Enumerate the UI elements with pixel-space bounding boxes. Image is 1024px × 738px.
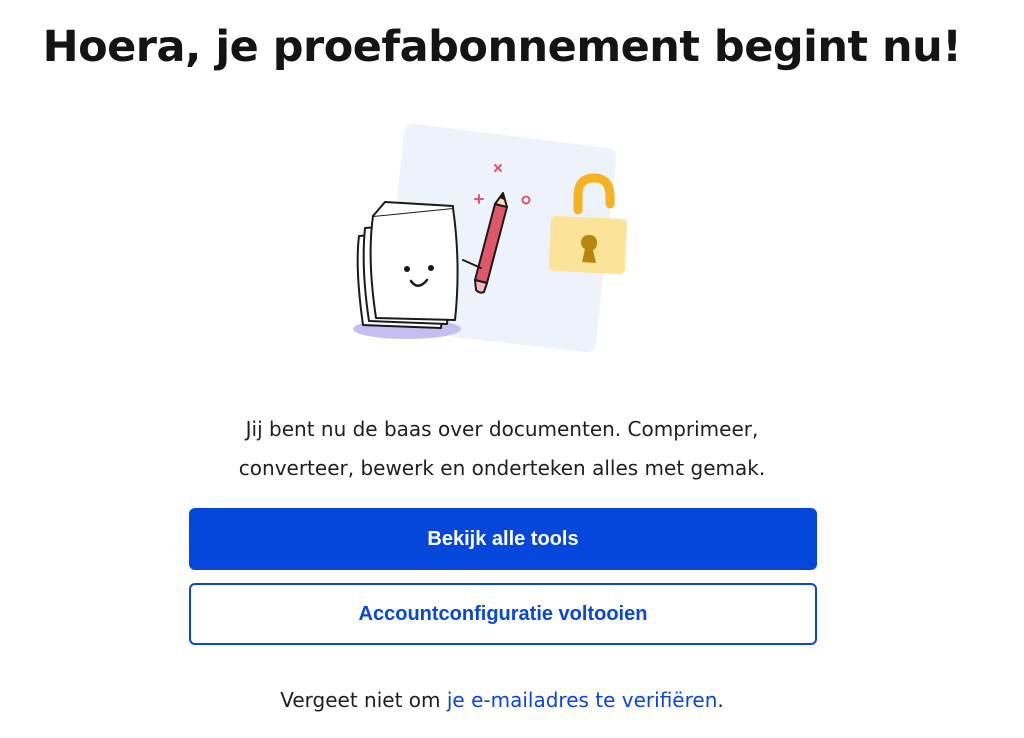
verify-email-link[interactable]: je e-mailadres te verifiëren xyxy=(447,688,718,712)
trial-description: Jij bent nu de baas over documenten. Com… xyxy=(238,417,766,480)
view-all-tools-button[interactable]: Bekijk alle tools xyxy=(189,508,817,570)
page-title: Hoera, je proefabonnement begint nu! xyxy=(42,22,962,72)
trial-illustration xyxy=(345,118,645,363)
verify-email-reminder: Vergeet niet om je e-mailadres te verifi… xyxy=(0,688,1004,712)
complete-account-setup-button[interactable]: Accountconfiguratie voltooien xyxy=(189,583,817,645)
document-character-icon xyxy=(356,201,459,329)
reminder-prefix: Vergeet niet om xyxy=(280,688,447,712)
trial-started-page: Hoera, je proefabonnement begint nu! Jij… xyxy=(0,0,1024,738)
reminder-suffix: . xyxy=(717,688,724,712)
